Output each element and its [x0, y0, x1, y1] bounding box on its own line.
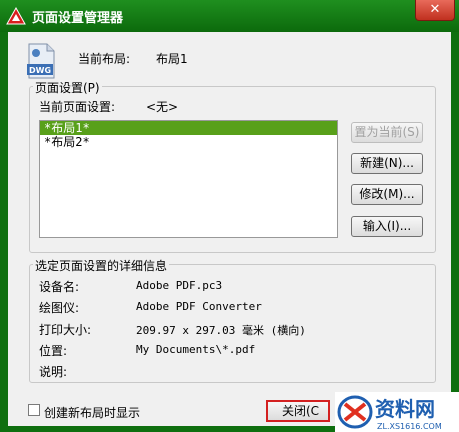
plotter-value: Adobe PDF Converter [136, 300, 262, 313]
description-label: 说明: [39, 365, 68, 379]
show-on-new-layout-label[interactable]: 创建新布局时显示 [44, 404, 140, 421]
current-layout-label: 当前布局: [78, 52, 131, 66]
autocad-icon [6, 7, 26, 25]
modify-button[interactable]: 修改(M)... [351, 184, 423, 205]
set-current-button[interactable]: 置为当前(S) [351, 122, 423, 143]
window-title: 页面设置管理器 [32, 11, 124, 26]
page-setup-list[interactable]: *布局1* *布局2* [39, 120, 338, 238]
current-page-setup-value: <无> [146, 100, 179, 114]
title-bar[interactable]: 页面设置管理器 ✕ [0, 0, 459, 32]
location-label: 位置: [39, 344, 68, 358]
new-button[interactable]: 新建(N)... [351, 153, 423, 174]
page-setups-group-title: 页面设置(P) [33, 79, 102, 96]
plot-size-label: 打印大小: [39, 323, 92, 337]
import-button[interactable]: 输入(I)... [351, 216, 423, 237]
location-value: My Documents\*.pdf [136, 343, 256, 356]
plotter-label: 绘图仪: [39, 301, 80, 315]
device-name-label: 设备名: [39, 280, 80, 294]
window-close-button[interactable]: ✕ [415, 0, 455, 21]
close-button[interactable]: 关闭(C [266, 400, 330, 422]
svg-text:资料网: 资料网 [375, 397, 435, 421]
dwg-file-icon: DWG [27, 43, 55, 79]
plot-size-value: 209.97 x 297.03 毫米 (横向) [136, 324, 306, 337]
dialog-body: DWG 当前布局: 布局1 页面设置(P) 当前页面设置: <无> *布局1* … [8, 32, 451, 426]
current-layout-value: 布局1 [156, 52, 188, 66]
show-on-new-layout-checkbox[interactable] [28, 404, 40, 416]
device-name-value: Adobe PDF.pc3 [136, 279, 223, 292]
current-page-setup-label: 当前页面设置: [39, 100, 116, 114]
page-setup-manager-window: 页面设置管理器 ✕ DWG 当前布局: 布局1 页面设置(P) 当前页面设置: … [0, 0, 459, 432]
details-group-title: 选定页面设置的详细信息 [33, 257, 170, 274]
list-item[interactable]: *布局1* [40, 121, 337, 135]
watermark-logo-icon: 资料网 ZL.XS1616.COM [335, 392, 459, 432]
list-item[interactable]: *布局2* [40, 135, 337, 149]
svg-text:ZL.XS1616.COM: ZL.XS1616.COM [377, 422, 442, 431]
svg-text:DWG: DWG [29, 66, 51, 75]
